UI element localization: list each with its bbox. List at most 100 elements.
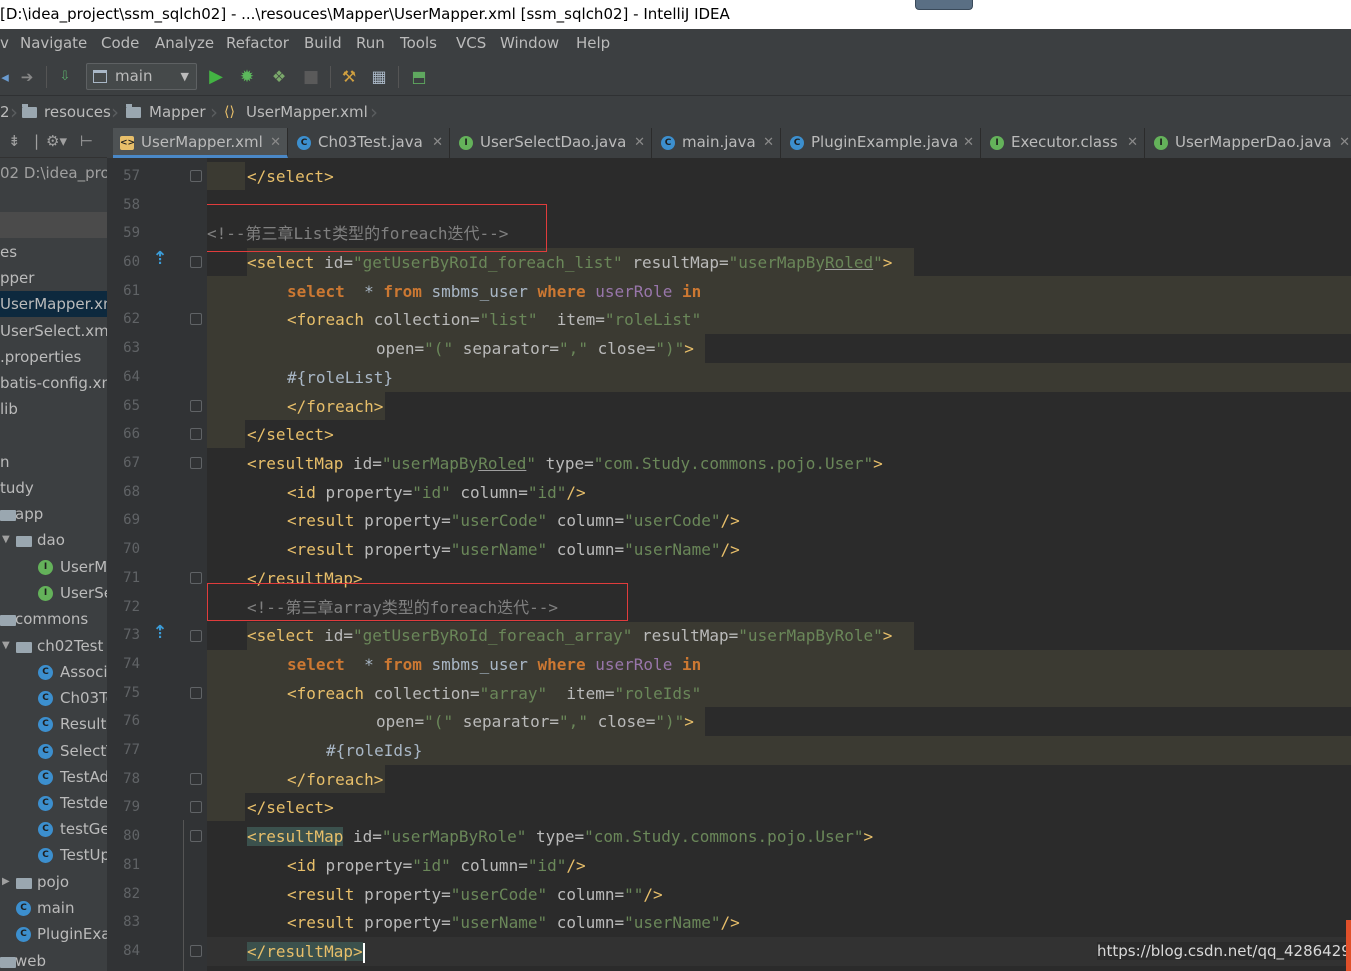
forward-arrow-icon[interactable]: ➔ xyxy=(18,68,36,86)
close-icon[interactable]: ✕ xyxy=(1339,128,1350,157)
breadcrumb-mapper[interactable]: Mapper xyxy=(149,96,206,128)
project-root-label[interactable]: 02 D:\idea_pro xyxy=(0,161,107,185)
tree-item-web[interactable]: web xyxy=(15,949,46,971)
tree-item-dao[interactable]: dao xyxy=(37,528,65,552)
stop-icon[interactable]: ■ xyxy=(302,68,320,86)
gear-icon[interactable]: ⚙▾ xyxy=(46,132,67,150)
tree-item-testdel[interactable]: Testdel xyxy=(60,791,107,815)
close-icon[interactable]: ✕ xyxy=(270,128,281,157)
tree-item-pluginexample[interactable]: PluginExample xyxy=(37,922,107,946)
tab-pluginexample-java[interactable]: C PluginExample.java ✕ xyxy=(783,128,981,158)
tree-item-mybatis-config[interactable]: batis-config.xml xyxy=(0,371,107,395)
implementation-up-arrow-icon[interactable]: ⇡ xyxy=(151,624,169,642)
tree-item-testup[interactable]: TestUp xyxy=(60,843,107,867)
fold-marker-icon[interactable] xyxy=(190,170,202,182)
tree-item-usermapperdao[interactable]: UserMapperDao xyxy=(60,555,107,579)
fold-marker-icon[interactable] xyxy=(190,773,202,785)
tree-item[interactable]: pper xyxy=(0,266,34,290)
fold-marker-icon[interactable] xyxy=(190,313,202,325)
tab-ch03test-java[interactable]: C Ch03Test.java ✕ xyxy=(290,128,450,158)
debug-icon[interactable]: ✹ xyxy=(238,68,256,86)
watermark-url: https://blog.csdn.net/qq_42864299 xyxy=(1097,942,1351,960)
breadcrumb-project[interactable]: 2 xyxy=(0,96,10,128)
tree-item-usermapper-xml[interactable]: UserMapper.xml xyxy=(0,292,107,316)
sdk-download-icon[interactable]: ⬒ xyxy=(410,68,428,86)
tab-executor-class[interactable]: I Executor.class ✕ xyxy=(983,128,1145,158)
tree-item-study[interactable]: tudy xyxy=(0,476,34,500)
fold-marker-icon[interactable] xyxy=(190,830,202,842)
menu-vcs[interactable]: VCS xyxy=(456,29,486,57)
tree-item-lib[interactable]: lib xyxy=(0,397,18,421)
close-icon[interactable]: ✕ xyxy=(1127,128,1138,157)
run-configuration-select[interactable]: main ▼ xyxy=(86,63,197,90)
code-editor[interactable]: </select> <!--第三章List类型的foreach迭代--> <se… xyxy=(207,158,1351,971)
menu-code[interactable]: Code xyxy=(101,29,139,57)
fold-marker-icon[interactable] xyxy=(190,256,202,268)
menu-build[interactable]: Build xyxy=(304,29,342,57)
tree-item-resultmap[interactable]: ResultMap xyxy=(60,712,107,736)
settings-wrench-icon[interactable]: ⚒ xyxy=(340,68,358,86)
folder-icon xyxy=(22,104,37,118)
hide-panel-icon[interactable]: ⊢ xyxy=(80,132,93,150)
fold-marker-icon[interactable] xyxy=(190,572,202,584)
tree-item-testget[interactable]: testGet xyxy=(60,817,107,841)
close-icon[interactable]: ✕ xyxy=(634,128,645,157)
tree-item-ch03test[interactable]: Ch03Test xyxy=(60,686,107,710)
chevron-down-icon[interactable]: ▼ xyxy=(2,634,10,658)
code-token: ")" xyxy=(655,339,685,358)
tree-item-testadd[interactable]: TestAdd xyxy=(60,765,107,789)
fold-marker-icon[interactable] xyxy=(190,945,202,957)
run-icon[interactable]: ▶ xyxy=(207,68,225,86)
implementation-up-arrow-icon[interactable]: ⇡ xyxy=(151,250,169,268)
fold-marker-icon[interactable] xyxy=(190,630,202,642)
tree-item-app[interactable]: app xyxy=(15,502,43,526)
menu-window[interactable]: Window xyxy=(500,29,559,57)
collapse-all-icon[interactable]: ⇟ xyxy=(8,132,21,150)
project-structure-icon[interactable]: ▦ xyxy=(370,68,388,86)
fold-marker-icon[interactable] xyxy=(190,400,202,412)
menu-analyze[interactable]: Analyze xyxy=(155,29,214,57)
close-icon[interactable]: ✕ xyxy=(763,128,774,157)
coverage-icon[interactable]: ❖ xyxy=(270,68,288,86)
tree-item-selecttest[interactable]: SelectTest xyxy=(60,739,107,763)
fold-marker-icon[interactable] xyxy=(190,428,202,440)
tree-item-pojo[interactable]: pojo xyxy=(37,870,69,894)
menu-run[interactable]: Run xyxy=(356,29,385,57)
breadcrumb-resouces[interactable]: resouces xyxy=(44,96,111,128)
menu-tools[interactable]: Tools xyxy=(400,29,437,57)
chevron-right-icon[interactable]: ▶ xyxy=(2,870,10,894)
tab-userselectdao-java[interactable]: I UserSelectDao.java ✕ xyxy=(452,128,652,158)
fold-marker-icon[interactable] xyxy=(190,457,202,469)
build-project-icon[interactable]: ⇩ xyxy=(56,68,74,86)
tab-usermapper-xml[interactable]: <> UserMapper.xml ✕ xyxy=(113,128,288,158)
close-icon[interactable]: ✕ xyxy=(963,128,974,157)
annotation-box xyxy=(207,204,547,252)
tab-usermapperdao-java[interactable]: I UserMapperDao.java ✕ xyxy=(1147,128,1351,158)
close-icon[interactable]: ✕ xyxy=(432,128,443,157)
tree-item-main[interactable]: main xyxy=(37,896,74,920)
mini-window-widget[interactable] xyxy=(915,0,973,10)
line-number: 71 xyxy=(123,570,140,586)
tree-item[interactable]: es xyxy=(0,240,17,264)
back-icon[interactable]: ◂ xyxy=(0,68,14,86)
menu-help[interactable]: Help xyxy=(576,29,610,57)
error-stripe[interactable] xyxy=(1346,920,1351,971)
menu-refactor[interactable]: Refactor xyxy=(226,29,289,57)
chevron-down-icon[interactable]: ▼ xyxy=(2,528,10,552)
tab-main-java[interactable]: C main.java ✕ xyxy=(654,128,781,158)
menu-view[interactable]: v xyxy=(0,29,9,57)
breadcrumb-separator: › xyxy=(10,100,18,124)
tree-item-ch02test[interactable]: ch02Test xyxy=(37,634,103,658)
tree-item-properties[interactable]: .properties xyxy=(0,345,81,369)
tree-item-commons[interactable]: commons xyxy=(15,607,88,631)
breadcrumb-usermapper[interactable]: UserMapper.xml xyxy=(246,96,368,128)
menu-navigate[interactable]: Navigate xyxy=(20,29,87,57)
code-token: > xyxy=(684,339,694,358)
fold-marker-icon[interactable] xyxy=(190,801,202,813)
line-number: 68 xyxy=(123,484,140,500)
tree-item-userselectdao[interactable]: UserSelectDao xyxy=(60,581,107,605)
tree-item-userselect-xml[interactable]: UserSelect.xml xyxy=(0,319,107,343)
fold-marker-icon[interactable] xyxy=(190,687,202,699)
tree-item[interactable]: n xyxy=(0,450,10,474)
tree-item-association[interactable]: Association xyxy=(60,660,107,684)
